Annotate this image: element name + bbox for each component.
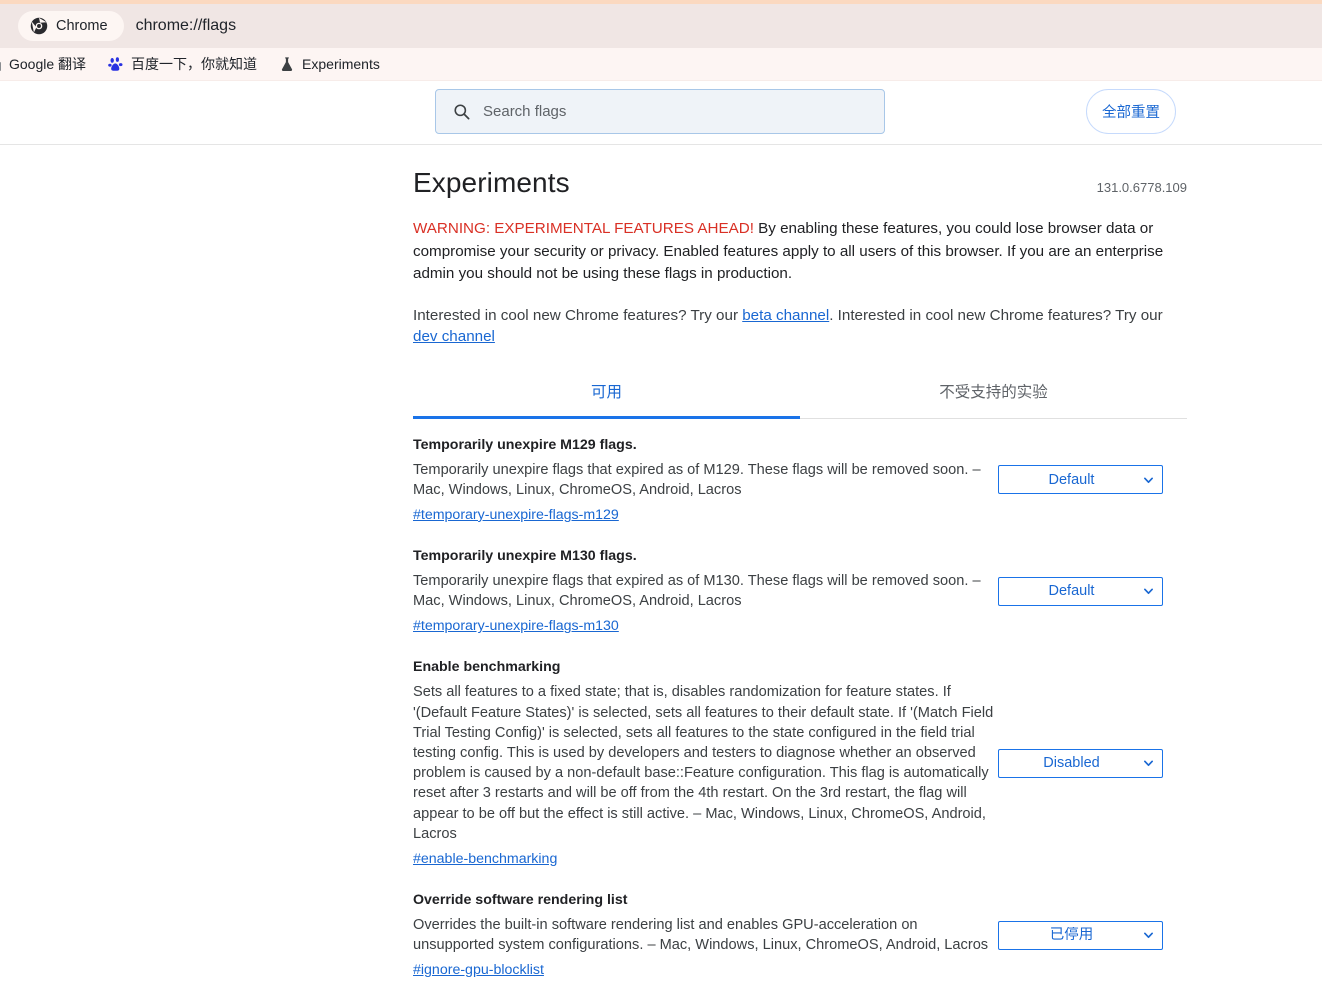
flag-anchor-link[interactable]: #enable-benchmarking [413, 851, 557, 867]
bookmark-baidu[interactable]: 百度一下，你就知道 [108, 54, 257, 74]
page-title-row: Experiments 131.0.6778.109 [413, 167, 1187, 199]
flag-description: Temporarily unexpire flags that expired … [413, 461, 981, 498]
bookmark-label: 百度一下，你就知道 [131, 56, 258, 72]
reset-all-button[interactable]: 全部重置 [1086, 89, 1176, 134]
flag-row: Override software rendering list Overrid… [413, 874, 1187, 984]
warning-headline: WARNING: EXPERIMENTAL FEATURES AHEAD! [413, 220, 754, 237]
bookmark-label: Experiments [302, 56, 380, 72]
search-flags-container[interactable] [435, 89, 885, 134]
browser-tab-label: Chrome [56, 18, 108, 34]
channel-mid-text: . Interested in cool new Chrome features… [829, 306, 1163, 324]
tab-strip: Chrome chrome://flags [0, 4, 1322, 48]
flag-state-select[interactable]: Disabled [998, 748, 1163, 778]
flag-select-cell: Default [998, 465, 1305, 495]
version-number: 131.0.6778.109 [1096, 180, 1187, 195]
flag-row: Enable benchmarking Sets all features to… [413, 641, 1187, 874]
channel-promo-text: Interested in cool new Chrome features? … [413, 305, 1187, 348]
flag-state-select[interactable]: Default [998, 465, 1163, 495]
chrome-icon [30, 17, 48, 35]
bookmark-label: Google 翻译 [9, 56, 87, 72]
flag-row: Temporarily unexpire M130 flags. Tempora… [413, 530, 1187, 641]
flags-content: Experiments 131.0.6778.109 WARNING: EXPE… [0, 145, 1322, 984]
tab-available[interactable]: 可用 [413, 374, 800, 419]
browser-tab[interactable]: Chrome [18, 11, 124, 41]
flag-text-block: Temporarily unexpire M130 flags. Tempora… [413, 547, 998, 635]
flag-anchor-link[interactable]: #ignore-gpu-blocklist [413, 962, 544, 978]
bookmark-google-translate[interactable]: Google 翻译 [0, 54, 86, 74]
flag-name: Enable benchmarking [413, 659, 561, 676]
flag-state-select[interactable]: 已停用 [998, 920, 1163, 950]
experiments-tabs: 可用 不受支持的实验 [413, 374, 1187, 419]
flag-text-block: Temporarily unexpire M129 flags. Tempora… [413, 436, 998, 524]
flag-select-cell: 已停用 [998, 920, 1305, 950]
flag-select-cell: Default [998, 576, 1305, 606]
flag-name: Override software rendering list [413, 891, 628, 908]
flag-text-block: Enable benchmarking Sets all features to… [413, 658, 998, 868]
flag-text-block: Override software rendering list Overrid… [413, 891, 998, 979]
bookmark-experiments[interactable]: Experiments [279, 56, 380, 72]
flag-name: Temporarily unexpire M130 flags. [413, 547, 637, 564]
tab-unsupported[interactable]: 不受支持的实验 [800, 374, 1187, 418]
bookmarks-bar: Google 翻译 百度一下，你就知道 Experiments [0, 48, 1322, 81]
flask-icon [281, 57, 293, 71]
flag-description: Temporarily unexpire flags that expired … [413, 572, 981, 610]
search-icon [454, 104, 470, 120]
flag-description: Overrides the built-in software renderin… [413, 916, 989, 954]
baidu-paw-icon [108, 57, 123, 71]
beta-channel-link[interactable]: beta channel [742, 307, 829, 324]
flag-anchor-link[interactable]: #temporary-unexpire-flags-m130 [413, 618, 619, 634]
flag-anchor-link[interactable]: #temporary-unexpire-flags-m129 [413, 507, 619, 523]
channel-lead-text: Interested in cool new Chrome features? … [413, 306, 743, 324]
flag-select-cell: Disabled [998, 748, 1305, 778]
flag-description: Sets all features to a fixed state; that… [413, 684, 994, 842]
dev-channel-link[interactable]: dev channel [413, 328, 495, 345]
flags-search-header: 全部重置 [0, 81, 1322, 145]
experimental-warning: WARNING: EXPERIMENTAL FEATURES AHEAD! By… [413, 218, 1187, 286]
translate-icon [0, 62, 1, 71]
flag-state-select[interactable]: Default [998, 576, 1163, 606]
flag-row: Temporarily unexpire M129 flags. Tempora… [413, 419, 1187, 530]
page-title: Experiments [413, 167, 570, 198]
address-bar-url[interactable]: chrome://flags [136, 17, 236, 35]
flag-name: Temporarily unexpire M129 flags. [413, 436, 637, 453]
search-input[interactable] [483, 103, 863, 120]
